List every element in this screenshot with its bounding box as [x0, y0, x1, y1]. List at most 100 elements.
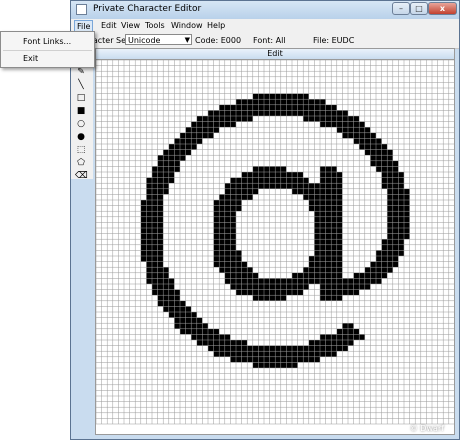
filled-pixel[interactable] [157, 295, 164, 301]
filled-pixel[interactable] [140, 233, 147, 240]
filled-pixel[interactable] [325, 177, 332, 184]
filled-pixel[interactable] [219, 233, 225, 240]
filled-pixel[interactable] [320, 205, 326, 212]
filled-pixel[interactable] [370, 138, 376, 144]
filled-pixel[interactable] [398, 239, 404, 245]
filled-pixel[interactable] [308, 267, 315, 273]
filled-pixel[interactable] [320, 166, 326, 172]
filled-pixel[interactable] [275, 362, 281, 368]
filled-pixel[interactable] [353, 284, 360, 290]
filled-pixel[interactable] [286, 93, 292, 100]
filled-pixel[interactable] [275, 99, 281, 105]
filled-pixel[interactable] [364, 272, 371, 279]
filled-pixel[interactable] [376, 256, 382, 262]
filled-pixel[interactable] [264, 177, 270, 184]
filled-pixel[interactable] [286, 289, 292, 296]
filled-pixel[interactable] [230, 256, 236, 262]
filled-pixel[interactable] [275, 356, 281, 363]
filled-pixel[interactable] [387, 267, 393, 273]
filled-pixel[interactable] [196, 138, 203, 144]
filled-pixel[interactable] [314, 345, 320, 352]
filled-pixel[interactable] [297, 272, 304, 279]
filled-pixel[interactable] [286, 99, 292, 105]
filled-pixel[interactable] [241, 267, 248, 273]
filled-pixel[interactable] [308, 188, 315, 195]
filled-pixel[interactable] [174, 155, 180, 161]
filled-pixel[interactable] [314, 340, 320, 346]
filled-pixel[interactable] [174, 317, 180, 324]
filled-pixel[interactable] [320, 183, 326, 189]
filled-pixel[interactable] [308, 340, 315, 346]
filled-pixel[interactable] [146, 216, 152, 223]
filled-pixel[interactable] [353, 272, 360, 279]
filled-pixel[interactable] [331, 194, 337, 200]
filled-pixel[interactable] [191, 127, 197, 133]
filled-pixel[interactable] [191, 132, 197, 139]
filled-pixel[interactable] [180, 155, 186, 161]
filled-pixel[interactable] [241, 194, 248, 200]
filled-pixel[interactable] [286, 172, 292, 178]
filled-pixel[interactable] [331, 261, 337, 268]
filled-pixel[interactable] [252, 272, 259, 279]
filled-pixel[interactable] [140, 216, 147, 223]
filled-pixel[interactable] [213, 244, 220, 251]
filled-pixel[interactable] [387, 172, 393, 178]
filled-pixel[interactable] [404, 233, 410, 240]
filled-pixel[interactable] [376, 149, 382, 156]
filled-pixel[interactable] [236, 272, 242, 279]
menu-edit[interactable]: Edit [99, 20, 119, 31]
filled-pixel[interactable] [292, 99, 298, 105]
filled-pixel[interactable] [258, 289, 264, 296]
filled-pixel[interactable] [387, 222, 393, 228]
menu-help[interactable]: Help [205, 20, 227, 31]
filled-pixel[interactable] [152, 250, 158, 256]
filled-pixel[interactable] [157, 211, 164, 217]
filled-pixel[interactable] [219, 104, 225, 111]
filled-pixel[interactable] [325, 278, 332, 284]
filled-pixel[interactable] [140, 205, 147, 212]
filled-pixel[interactable] [275, 351, 281, 357]
filled-pixel[interactable] [342, 334, 348, 340]
filled-pixel[interactable] [314, 351, 320, 357]
filled-pixel[interactable] [331, 295, 337, 301]
filled-pixel[interactable] [208, 121, 214, 128]
filled-pixel[interactable] [269, 104, 276, 111]
filled-pixel[interactable] [163, 300, 169, 307]
filled-pixel[interactable] [191, 138, 197, 144]
filled-pixel[interactable] [180, 328, 186, 335]
filled-pixel[interactable] [224, 250, 231, 256]
filled-pixel[interactable] [146, 183, 152, 189]
filled-pixel[interactable] [191, 323, 197, 329]
filled-pixel[interactable] [280, 183, 287, 189]
filled-pixel[interactable] [230, 200, 236, 206]
filled-pixel[interactable] [152, 211, 158, 217]
filled-pixel[interactable] [236, 289, 242, 296]
filled-pixel[interactable] [348, 328, 354, 335]
filled-pixel[interactable] [230, 121, 236, 128]
filled-pixel[interactable] [325, 345, 332, 352]
filled-pixel[interactable] [376, 278, 382, 284]
filled-pixel[interactable] [224, 183, 231, 189]
filled-pixel[interactable] [157, 228, 164, 234]
filled-pixel[interactable] [157, 233, 164, 240]
filled-pixel[interactable] [247, 284, 253, 290]
filled-pixel[interactable] [325, 216, 332, 223]
filled-pixel[interactable] [247, 267, 253, 273]
filled-pixel[interactable] [308, 205, 315, 212]
filled-pixel[interactable] [163, 306, 169, 312]
filled-pixel[interactable] [314, 244, 320, 251]
menu-tools[interactable]: Tools [143, 20, 167, 31]
filled-pixel[interactable] [180, 138, 186, 144]
filled-pixel[interactable] [185, 323, 192, 329]
filled-pixel[interactable] [219, 334, 225, 340]
filled-pixel[interactable] [168, 278, 175, 284]
filled-pixel[interactable] [140, 244, 147, 251]
filled-pixel[interactable] [336, 205, 343, 212]
filled-pixel[interactable] [247, 188, 253, 195]
filled-pixel[interactable] [241, 289, 248, 296]
filled-pixel[interactable] [224, 351, 231, 357]
filled-pixel[interactable] [342, 284, 348, 290]
filled-pixel[interactable] [359, 334, 365, 340]
filled-pixel[interactable] [297, 110, 304, 116]
filled-pixel[interactable] [325, 194, 332, 200]
